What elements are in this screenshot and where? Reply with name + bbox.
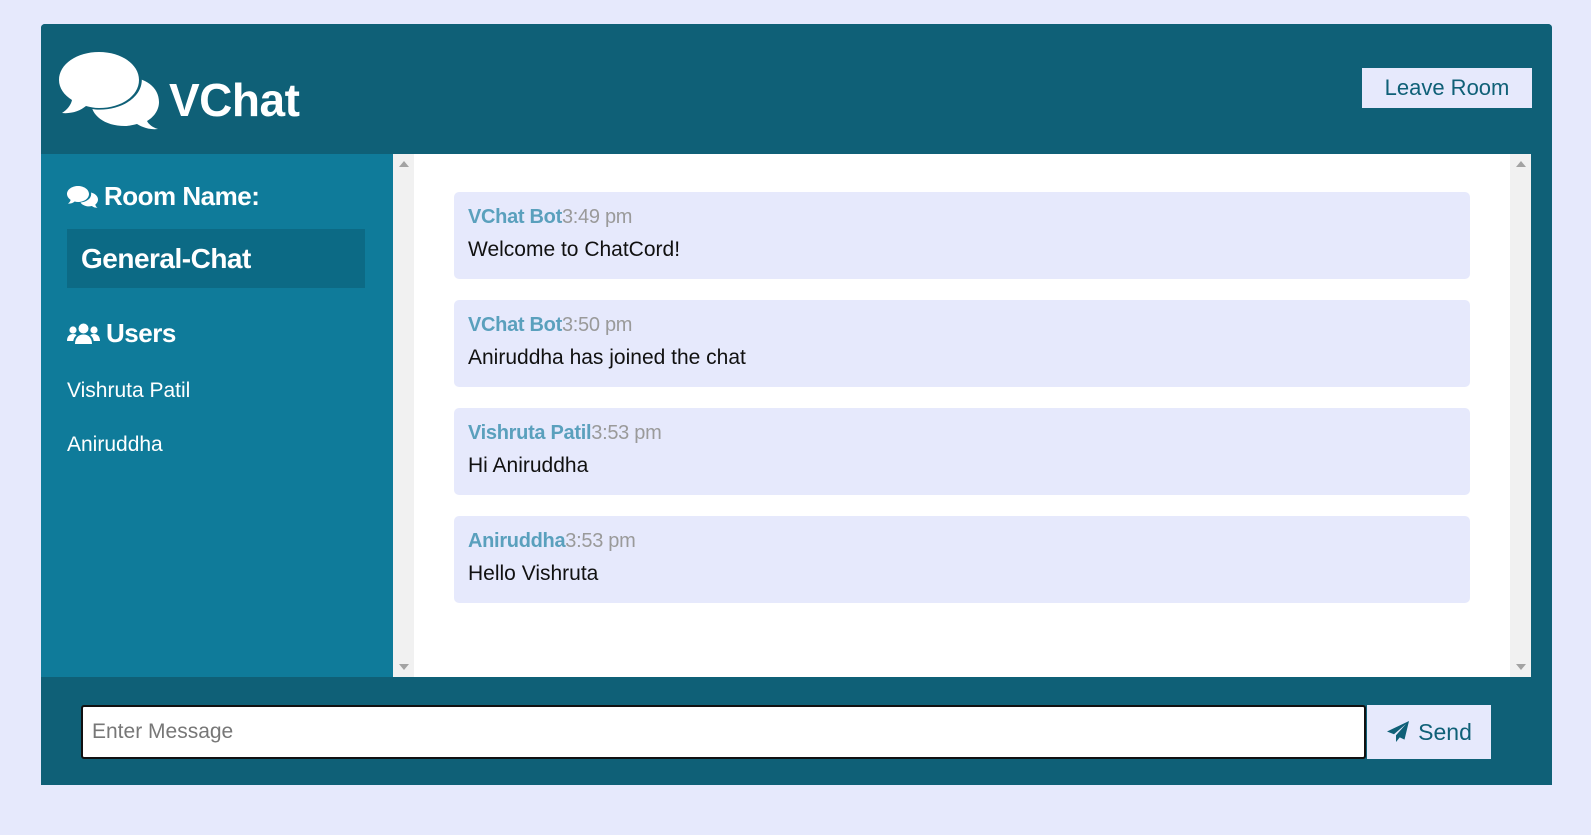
message-meta: Aniruddha3:53 pm xyxy=(468,530,1456,553)
message: VChat Bot3:49 pm Welcome to ChatCord! xyxy=(454,192,1470,279)
message-composer: Send xyxy=(41,677,1552,785)
message-time: 3:53 pm xyxy=(591,422,662,444)
user-list: Vishruta Patil Aniruddha xyxy=(67,376,190,484)
sidebar-scrollbar[interactable] xyxy=(393,154,414,677)
user-list-item: Aniruddha xyxy=(67,433,163,456)
chat-messages: VChat Bot3:49 pm Welcome to ChatCord! VC… xyxy=(414,154,1510,677)
chat-sidebar: Room Name: General-Chat Users Vishruta P… xyxy=(41,154,399,677)
message-text: Hello Vishruta xyxy=(468,562,599,585)
chat-app: VChat Leave Room Room Name: General-Chat… xyxy=(41,24,1552,785)
users-heading: Users xyxy=(67,318,176,349)
message: Vishruta Patil3:53 pm Hi Aniruddha xyxy=(454,408,1470,495)
message-text: Welcome to ChatCord! xyxy=(468,238,681,261)
app-title: VChat xyxy=(169,74,300,126)
comments-icon xyxy=(59,50,159,130)
chat-header: VChat Leave Room xyxy=(41,24,1552,154)
users-label: Users xyxy=(106,318,176,348)
scroll-up-arrow-icon[interactable] xyxy=(1516,161,1526,167)
send-button[interactable]: Send xyxy=(1367,705,1491,759)
message-meta: VChat Bot3:49 pm xyxy=(468,206,1456,229)
message-meta: Vishruta Patil3:53 pm xyxy=(468,422,1456,445)
message-author: VChat Bot xyxy=(468,314,562,336)
leave-room-button[interactable]: Leave Room xyxy=(1362,68,1532,108)
message-meta: VChat Bot3:50 pm xyxy=(468,314,1456,337)
room-name-heading: Room Name: xyxy=(67,181,260,212)
message-text: Hi Aniruddha xyxy=(468,454,589,477)
message-time: 3:50 pm xyxy=(561,314,633,336)
message-input[interactable] xyxy=(81,705,1366,759)
send-label: Send xyxy=(1418,718,1472,745)
scroll-up-arrow-icon[interactable] xyxy=(399,161,409,167)
message-author: Aniruddha xyxy=(468,530,566,552)
message-author: VChat Bot xyxy=(468,206,562,228)
message: Aniruddha3:53 pm Hello Vishruta xyxy=(454,516,1470,603)
message: VChat Bot3:50 pm Aniruddha has joined th… xyxy=(454,300,1470,387)
comments-icon xyxy=(67,185,98,208)
message-author: Vishruta Patil xyxy=(468,422,592,444)
room-name-value: General-Chat xyxy=(67,229,365,288)
scroll-down-arrow-icon[interactable] xyxy=(1516,664,1526,670)
messages-scrollbar[interactable] xyxy=(1510,154,1531,677)
message-time: 3:49 pm xyxy=(561,206,633,228)
room-name-label: Room Name: xyxy=(104,181,260,211)
users-icon xyxy=(67,323,100,344)
scroll-down-arrow-icon[interactable] xyxy=(399,664,409,670)
user-list-item: Vishruta Patil xyxy=(67,379,191,402)
message-time: 3:53 pm xyxy=(565,530,636,552)
paper-plane-icon xyxy=(1387,721,1410,742)
message-text: Aniruddha has joined the chat xyxy=(468,346,746,369)
